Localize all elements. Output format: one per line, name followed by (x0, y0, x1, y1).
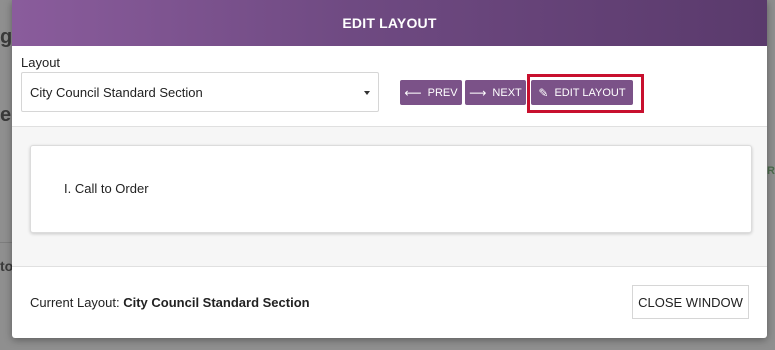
layout-select-value: City Council Standard Section (30, 85, 203, 100)
layout-preview: I. Call to Order (12, 127, 767, 267)
layout-toolbar: Layout City Council Standard Section ⟵ P… (12, 46, 767, 127)
current-layout-value: City Council Standard Section (123, 295, 310, 310)
modal-title: EDIT LAYOUT (12, 0, 767, 46)
arrow-right-icon: ⟶ (469, 85, 487, 100)
close-window-button[interactable]: CLOSE WINDOW (632, 285, 749, 319)
background-text: R (767, 165, 775, 177)
section-card[interactable]: I. Call to Order (30, 145, 752, 233)
current-layout: Current Layout: City Council Standard Se… (30, 295, 310, 310)
next-button-label: NEXT (492, 86, 522, 99)
layout-label: Layout (21, 55, 61, 70)
section-title: I. Call to Order (64, 181, 149, 196)
layout-select[interactable]: City Council Standard Section (21, 72, 379, 112)
prev-button-label: PREV (427, 86, 458, 99)
next-button[interactable]: ⟶ NEXT (465, 80, 526, 105)
prev-button[interactable]: ⟵ PREV (400, 80, 462, 105)
modal-footer: Current Layout: City Council Standard Se… (12, 267, 767, 338)
edit-layout-highlight (527, 74, 644, 113)
edit-layout-modal: EDIT LAYOUT Layout City Council Standard… (12, 0, 767, 338)
current-layout-prefix: Current Layout: (30, 295, 124, 310)
chevron-down-icon (364, 91, 370, 95)
arrow-left-icon: ⟵ (404, 85, 422, 100)
background-divider (0, 242, 12, 243)
